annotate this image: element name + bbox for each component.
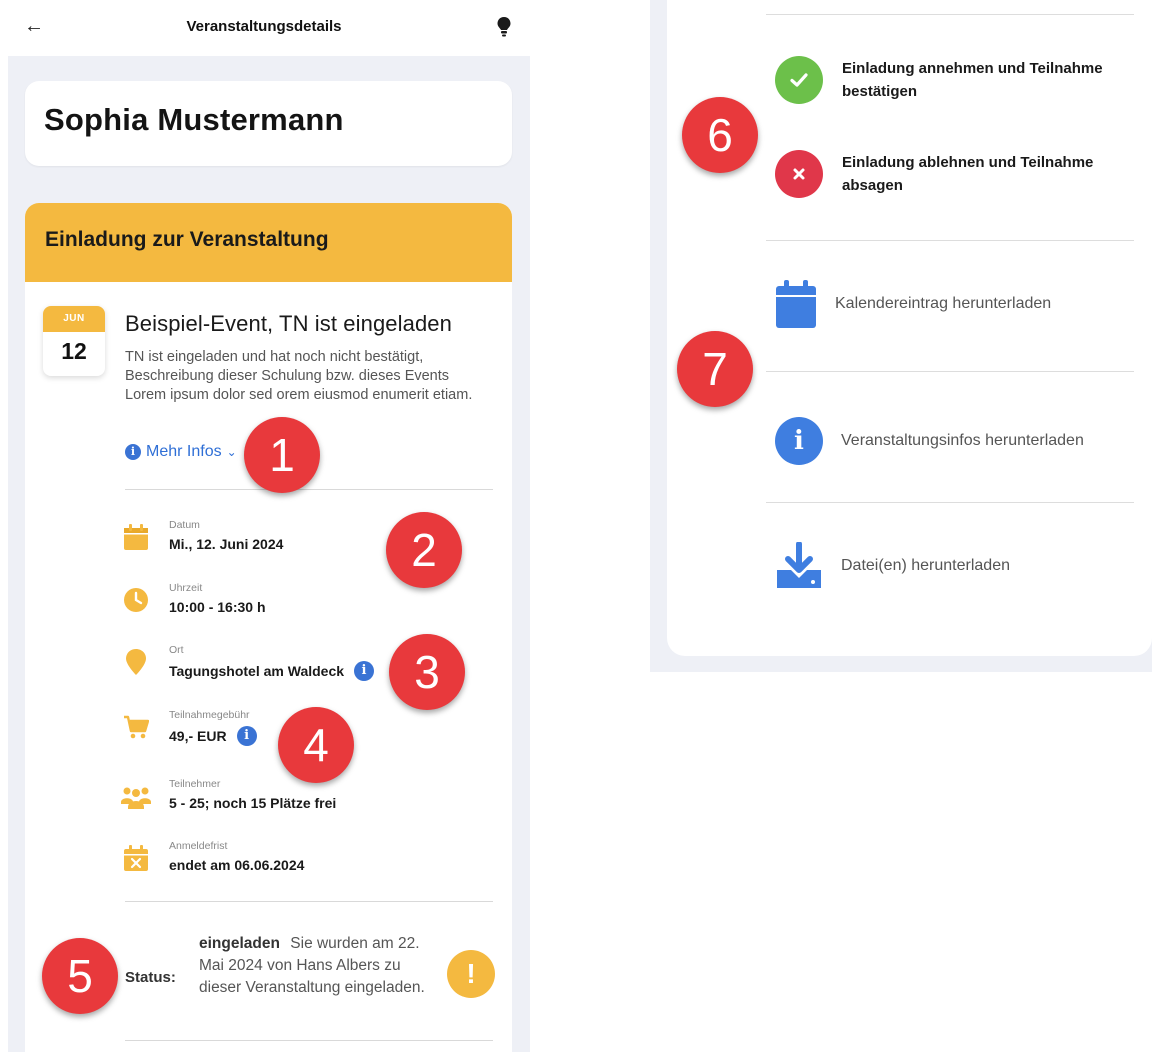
detail-value-wrap: 10:00 - 16:30 h xyxy=(169,599,266,615)
invitation-header: Einladung zur Veranstaltung xyxy=(25,203,512,282)
divider xyxy=(766,371,1134,372)
chevron-down-icon: ⌄ xyxy=(226,445,237,459)
detail-value-wrap: Tagungshotel am Waldeck i xyxy=(169,661,375,681)
lightbulb-icon[interactable] xyxy=(496,16,512,38)
detail-label: Datum xyxy=(169,519,200,531)
event-details-screen: ← Veranstaltungsdetails Sophia Musterman… xyxy=(0,0,538,1052)
detail-value-wrap: 49,- EUR i xyxy=(169,726,257,746)
annotation-marker-4: 4 xyxy=(278,707,354,783)
screenshot-stage: ← Veranstaltungsdetails Sophia Musterman… xyxy=(0,0,1152,1052)
detail-label: Teilnehmer xyxy=(169,778,221,790)
download-files-button[interactable]: Datei(en) herunterladen xyxy=(775,542,1010,590)
more-info-link[interactable]: i Mehr Infos ⌄ xyxy=(125,443,237,461)
download-event-info-label: Veranstaltungsinfos herunterladen xyxy=(841,432,1084,449)
participant-card: Sophia Mustermann xyxy=(25,81,512,166)
divider xyxy=(125,901,493,902)
more-info-label: Mehr Infos xyxy=(146,443,222,460)
calendar-icon xyxy=(124,524,148,550)
info-icon: i xyxy=(775,417,823,465)
actions-card: Einladung annehmen und Teilnahme bestäti… xyxy=(667,0,1152,656)
calendar-x-icon xyxy=(124,845,148,871)
detail-time: Uhrzeit 10:00 - 16:30 h xyxy=(123,582,503,632)
detail-value: Tagungshotel am Waldeck xyxy=(169,663,345,679)
accept-invitation-label: Einladung annehmen und Teilnahme bestäti… xyxy=(842,60,1103,100)
detail-value: 49,- EUR xyxy=(169,728,227,744)
info-icon[interactable]: i xyxy=(354,661,375,681)
detail-label: Teilnahmegebühr xyxy=(169,709,250,721)
info-icon: i xyxy=(125,444,141,460)
detail-label: Anmeldefrist xyxy=(169,840,228,852)
detail-value: endet am 06.06.2024 xyxy=(169,857,305,873)
annotation-marker-1: 1 xyxy=(244,417,320,493)
clock-icon xyxy=(124,588,148,612)
page-title: Veranstaltungsdetails xyxy=(186,18,342,35)
people-icon xyxy=(121,787,151,809)
date-badge: JUN 12 xyxy=(43,306,105,376)
status-label: Status: xyxy=(125,969,176,986)
detail-label: Ort xyxy=(169,644,184,656)
participant-name: Sophia Mustermann xyxy=(44,102,344,137)
date-badge-month: JUN xyxy=(43,306,105,332)
download-calendar-button[interactable]: Kalendereintrag herunterladen xyxy=(775,280,1051,328)
detail-value: 5 - 25; noch 15 Plätze frei xyxy=(169,795,337,811)
status-text: eingeladen Sie wurden am 22. Mai 2024 vo… xyxy=(199,933,439,999)
invitation-heading: Einladung zur Veranstaltung xyxy=(45,228,329,251)
download-event-info-button[interactable]: i Veranstaltungsinfos herunterladen xyxy=(775,417,1084,465)
divider xyxy=(125,489,493,490)
status-badge: eingeladen xyxy=(199,935,280,952)
divider xyxy=(125,1040,493,1041)
invitation-status: Status: eingeladen Sie wurden am 22. Mai… xyxy=(125,933,495,1023)
exclamation-icon: ! xyxy=(447,950,495,998)
download-calendar-label: Kalendereintrag herunterladen xyxy=(835,295,1052,312)
info-icon[interactable]: i xyxy=(236,726,257,746)
decline-invitation-button[interactable]: Einladung ablehnen und Teilnahme absagen xyxy=(775,150,1122,198)
detail-value-wrap: Mi., 12. Juni 2024 xyxy=(169,536,283,552)
detail-value-wrap: endet am 06.06.2024 xyxy=(169,857,304,873)
decline-invitation-label: Einladung ablehnen und Teilnahme absagen xyxy=(842,154,1094,194)
annotation-marker-5: 5 xyxy=(42,938,118,1014)
app-bar: ← Veranstaltungsdetails xyxy=(0,0,538,56)
annotation-marker-2: 2 xyxy=(386,512,462,588)
detail-label: Uhrzeit xyxy=(169,582,203,594)
divider xyxy=(766,240,1134,241)
download-files-label: Datei(en) herunterladen xyxy=(841,557,1010,574)
annotation-marker-6: 6 xyxy=(682,97,758,173)
detail-value-wrap: 5 - 25; noch 15 Plätze frei xyxy=(169,795,336,811)
location-pin-icon xyxy=(126,649,146,675)
date-badge-day: 12 xyxy=(61,338,87,364)
calendar-icon xyxy=(776,280,816,328)
close-icon xyxy=(775,150,823,198)
detail-value: 10:00 - 16:30 h xyxy=(169,599,266,615)
download-icon xyxy=(777,542,821,588)
event-title: Beispiel-Event, TN ist eingeladen xyxy=(125,311,452,336)
annotation-marker-7: 7 xyxy=(677,331,753,407)
detail-value: Mi., 12. Juni 2024 xyxy=(169,536,284,552)
check-icon xyxy=(775,56,823,104)
annotation-marker-3: 3 xyxy=(389,634,465,710)
event-description: TN ist eingeladen und hat noch nicht bes… xyxy=(125,349,473,403)
divider xyxy=(766,502,1134,503)
cart-icon xyxy=(124,715,149,739)
divider xyxy=(766,14,1134,15)
detail-deadline: Anmeldefrist endet am 06.06.2024 xyxy=(123,840,503,890)
accept-invitation-button[interactable]: Einladung annehmen und Teilnahme bestäti… xyxy=(775,56,1122,104)
invitation-card: Einladung zur Veranstaltung JUN 12 Beisp… xyxy=(25,203,512,1052)
detail-participants: Teilnehmer 5 - 25; noch 15 Plätze frei xyxy=(121,778,503,828)
